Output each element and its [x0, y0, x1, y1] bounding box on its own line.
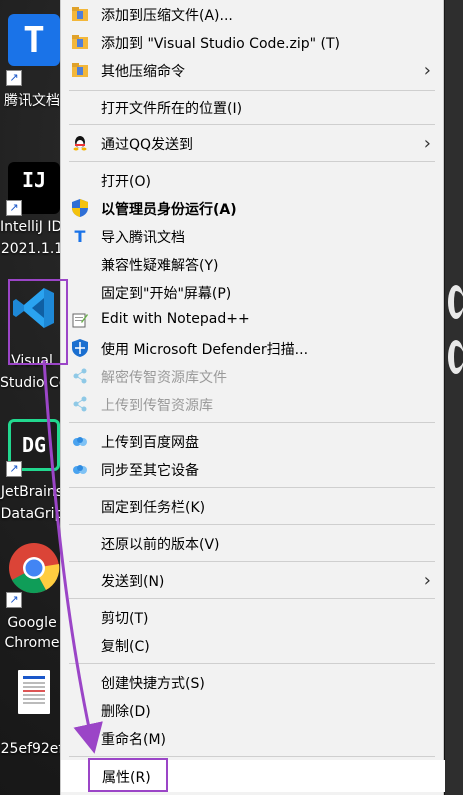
- annotation-arrow: [42, 359, 103, 754]
